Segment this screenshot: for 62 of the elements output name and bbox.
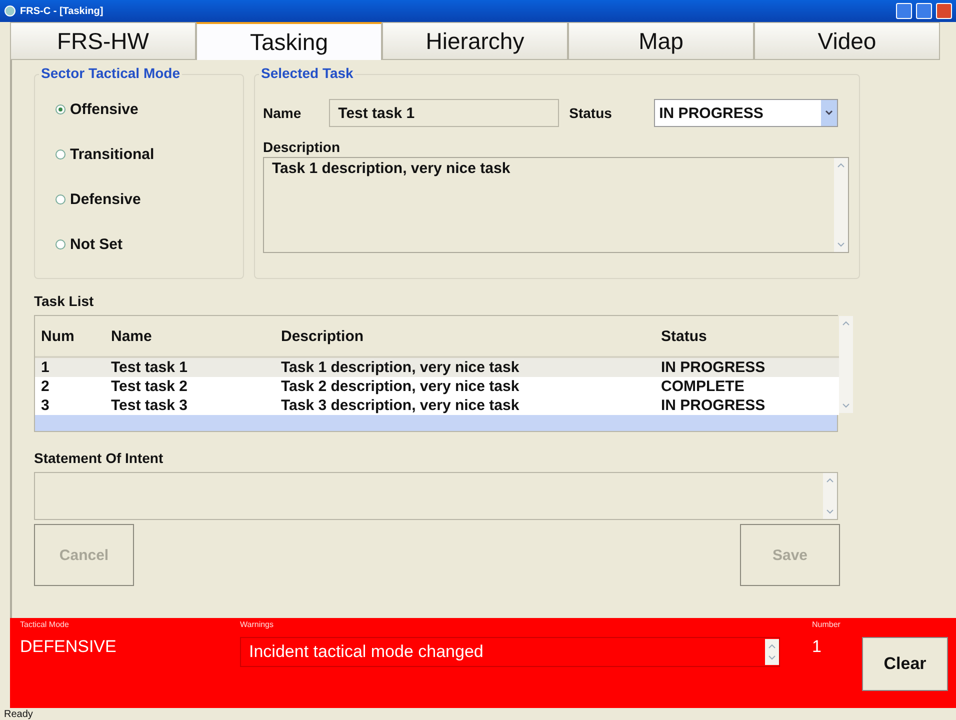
table-cell-text: Test task 2	[110, 378, 188, 395]
group-title: Selected Task	[259, 65, 356, 81]
table-cell-text: COMPLETE	[660, 378, 746, 395]
close-button[interactable]	[936, 3, 952, 19]
restore-button[interactable]	[916, 3, 932, 19]
field-label: Name	[263, 105, 302, 121]
table-row[interactable]: 3 Test task 3 Task 3 description, very nice task IN PROGRESS	[35, 396, 839, 415]
table-cell-text: IN PROGRESS	[660, 359, 766, 376]
section-title: Statement Of Intent	[34, 450, 164, 466]
scrollbar[interactable]	[823, 473, 837, 519]
table-cell-text: IN PROGRESS	[660, 397, 766, 414]
section-title: Task List	[34, 293, 95, 309]
scrollbar[interactable]	[834, 158, 848, 252]
field-label: Description	[263, 139, 342, 155]
radio-label[interactable]: Offensive	[70, 101, 138, 118]
radio-label[interactable]: Defensive	[70, 191, 141, 208]
column-header[interactable]: Num	[35, 328, 105, 344]
radio-button[interactable]	[55, 194, 66, 205]
table-cell-text: Test task 3	[110, 397, 188, 414]
group-title: Sector Tactical Mode	[39, 65, 182, 81]
minimize-button[interactable]	[896, 3, 912, 19]
tab[interactable]: FRS-HW	[10, 22, 196, 60]
intent-field[interactable]	[34, 472, 838, 520]
name-field[interactable]: Test task 1	[329, 99, 560, 127]
horizontal-scrollbar[interactable]	[35, 415, 837, 431]
radio-button[interactable]	[55, 149, 66, 160]
table-cell-text: Task 3 description, very nice task	[280, 397, 520, 414]
tab[interactable]: Map	[568, 22, 754, 60]
warning-field[interactable]: Incident tactical mode changed	[240, 637, 780, 667]
scrollbar[interactable]	[839, 316, 853, 413]
field-label: Warnings	[240, 620, 274, 629]
radio-label[interactable]: Not Set	[70, 236, 122, 253]
table-row[interactable]: 1 Test task 1 Task 1 description, very nice task IN PROGRESS	[35, 358, 839, 377]
column-header[interactable]: Name	[105, 328, 275, 344]
number-value: 1	[812, 637, 822, 657]
status-text: Ready	[3, 708, 34, 720]
caret-icon	[825, 110, 834, 116]
radio-button[interactable]	[55, 104, 66, 115]
tab[interactable]: Video	[754, 22, 940, 60]
tactical-mode-value: DEFENSIVE	[20, 637, 118, 657]
column-header[interactable]: Status	[655, 328, 839, 344]
clear-button[interactable]: Clear	[862, 637, 948, 691]
radio-label[interactable]: Transitional	[70, 146, 154, 163]
radio-button[interactable]	[55, 239, 66, 250]
field-label: Tactical Mode	[20, 620, 70, 629]
scrollbar[interactable]	[765, 639, 779, 665]
status-dropdown[interactable]: IN PROGRESS	[654, 99, 838, 127]
tab[interactable]: Tasking	[196, 22, 382, 60]
table-cell-text: Task 2 description, very nice task	[280, 378, 520, 395]
table-cell-text: 2	[40, 378, 50, 395]
app-icon	[4, 5, 16, 17]
table-row[interactable]: 2 Test task 2 Task 2 description, very nice task COMPLETE	[35, 377, 839, 396]
field-label: Number	[812, 620, 840, 629]
field-label: Status	[569, 105, 613, 121]
table-cell-text: Test task 1	[110, 359, 188, 376]
window-title: FRS-C - [Tasking]	[20, 6, 104, 16]
table-cell-text: 3	[40, 397, 50, 414]
table-cell-text: Task 1 description, very nice task	[280, 359, 520, 376]
description-field[interactable]: Task 1 description, very nice task	[263, 157, 849, 253]
column-header[interactable]: Description	[275, 328, 655, 344]
tab[interactable]: Hierarchy	[382, 22, 568, 60]
table-cell-text: 1	[40, 359, 50, 376]
